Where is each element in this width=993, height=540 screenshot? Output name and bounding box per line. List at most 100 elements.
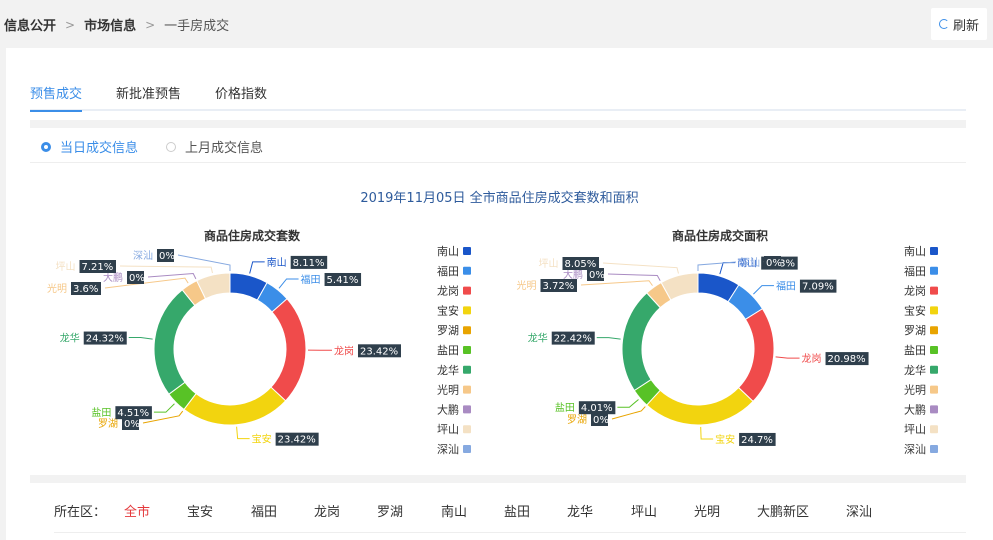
slice-label-value: 0% xyxy=(766,258,782,269)
slice-label-value: 0% xyxy=(124,419,140,430)
label-leader-line xyxy=(602,262,679,274)
label-leader-line xyxy=(153,403,175,413)
legend-swatch xyxy=(930,326,938,335)
legend-label[interactable]: 深汕 xyxy=(904,443,926,456)
label-leader-line xyxy=(177,254,231,271)
legend-swatch xyxy=(930,445,938,453)
legend-swatch xyxy=(930,266,938,275)
label-leader-line xyxy=(128,337,153,340)
legend-swatch xyxy=(463,365,471,374)
legend-label[interactable]: 盐田 xyxy=(437,344,459,357)
donut-slice[interactable] xyxy=(737,308,775,403)
slice-label-name: 坪山 xyxy=(539,257,559,270)
label-leader-line xyxy=(617,399,639,408)
legend-swatch xyxy=(463,346,471,354)
label-leader-line xyxy=(580,280,653,286)
slice-label-name: 罗湖 xyxy=(567,414,587,426)
label-leader-line xyxy=(697,261,737,271)
label-leader-line xyxy=(278,278,299,289)
slice-label-name: 光明 xyxy=(47,282,67,295)
slice-label-name: 福田 xyxy=(301,273,321,286)
slice-label-value: 3.6% xyxy=(73,284,98,295)
slice-label-value: 0% xyxy=(593,415,609,426)
slice-label-name: 宝安 xyxy=(715,433,735,446)
legend-swatch xyxy=(463,306,471,315)
slice-label-name: 盐田 xyxy=(91,406,111,419)
legend-label[interactable]: 南山 xyxy=(437,245,459,258)
legend-label[interactable]: 罗湖 xyxy=(437,324,459,337)
label-leader-line xyxy=(775,356,800,359)
slice-label-name: 龙华 xyxy=(60,332,80,345)
slice-label-name: 龙华 xyxy=(528,332,548,345)
legend-swatch xyxy=(463,326,471,335)
slice-label-name: 龙岗 xyxy=(802,352,822,365)
legend-swatch xyxy=(930,286,938,295)
legend-swatch xyxy=(463,247,471,255)
legend-swatch xyxy=(463,385,471,394)
donut-slice[interactable] xyxy=(645,386,754,426)
slice-label-name: 罗湖 xyxy=(98,418,118,430)
legend-swatch xyxy=(930,365,938,374)
legend-label[interactable]: 深汕 xyxy=(437,443,459,456)
donut-slice[interactable] xyxy=(621,292,661,392)
slice-label-value: 22.42% xyxy=(554,334,592,345)
legend-label[interactable]: 坪山 xyxy=(437,423,459,436)
slice-label-value: 0% xyxy=(159,251,175,262)
label-leader-line xyxy=(607,273,661,282)
donut-slice[interactable] xyxy=(153,289,196,395)
slice-label-value: 23.42% xyxy=(278,435,316,446)
slice-label-name: 福田 xyxy=(776,280,796,293)
legend-swatch xyxy=(463,266,471,275)
legend-label[interactable]: 宝安 xyxy=(437,303,459,317)
legend-label[interactable]: 大鹏 xyxy=(437,402,459,416)
legend-label[interactable]: 龙华 xyxy=(437,363,459,377)
legend-swatch xyxy=(930,385,938,394)
legend-swatch xyxy=(463,286,471,295)
chart-title: 商品住房成交面积 xyxy=(672,228,768,243)
slice-label-value: 7.09% xyxy=(802,282,834,293)
legend-label[interactable]: 龙岗 xyxy=(437,285,459,298)
legend-label[interactable]: 龙华 xyxy=(904,363,926,377)
legend-label[interactable]: 大鹏 xyxy=(904,402,926,416)
slice-label-name: 宝安 xyxy=(252,433,272,446)
label-leader-line xyxy=(236,426,250,440)
legend-label[interactable]: 宝安 xyxy=(904,303,926,317)
legend-label[interactable]: 福田 xyxy=(437,264,459,278)
slice-label-name: 南山 xyxy=(267,256,287,269)
legend-swatch xyxy=(930,306,938,315)
donut-slice[interactable] xyxy=(183,386,287,426)
legend-swatch xyxy=(930,247,938,255)
chart-title: 商品住房成交套数 xyxy=(204,228,301,243)
donut-charts: 商品住房成交套数南山 8.11% 福田 5.41% 龙岗 23.42% 宝安 23.42% 罗湖… xyxy=(47,228,938,456)
legend-swatch xyxy=(930,346,938,354)
slice-label-value: 4.51% xyxy=(117,408,149,419)
legend-swatch xyxy=(463,425,471,434)
slice-label-value: 8.05% xyxy=(565,259,597,270)
legend-label[interactable]: 盐田 xyxy=(904,344,926,357)
label-leader-line xyxy=(249,261,265,274)
slice-label-value: 5.41% xyxy=(327,275,359,286)
legend-label[interactable]: 罗湖 xyxy=(904,324,926,337)
slice-label-name: 龙岗 xyxy=(334,344,354,357)
label-leader-line xyxy=(611,406,646,420)
legend-label[interactable]: 龙岗 xyxy=(904,285,926,298)
legend-label[interactable]: 南山 xyxy=(904,245,926,258)
slice-label-name: 光明 xyxy=(517,279,537,292)
label-leader-line xyxy=(700,426,714,440)
legend-label[interactable]: 光明 xyxy=(904,383,926,397)
label-leader-line xyxy=(719,262,736,275)
slice-label-value: 23.42% xyxy=(360,346,398,357)
legend-label[interactable]: 光明 xyxy=(437,383,459,397)
legend-swatch xyxy=(930,405,938,414)
slice-label-value: 8.11% xyxy=(293,258,325,269)
donut-slice[interactable] xyxy=(270,298,307,402)
legend-label[interactable]: 坪山 xyxy=(904,423,926,436)
label-leader-line xyxy=(596,337,621,340)
slice-label-value: 0% xyxy=(589,270,605,281)
slice-label-value: 24.32% xyxy=(86,334,124,345)
legend-label[interactable]: 福田 xyxy=(904,264,926,278)
slice-label-value: 3.72% xyxy=(543,281,575,292)
legend-swatch xyxy=(463,405,471,414)
label-leader-line xyxy=(753,285,774,295)
slice-label-value: 24.7% xyxy=(741,435,773,446)
